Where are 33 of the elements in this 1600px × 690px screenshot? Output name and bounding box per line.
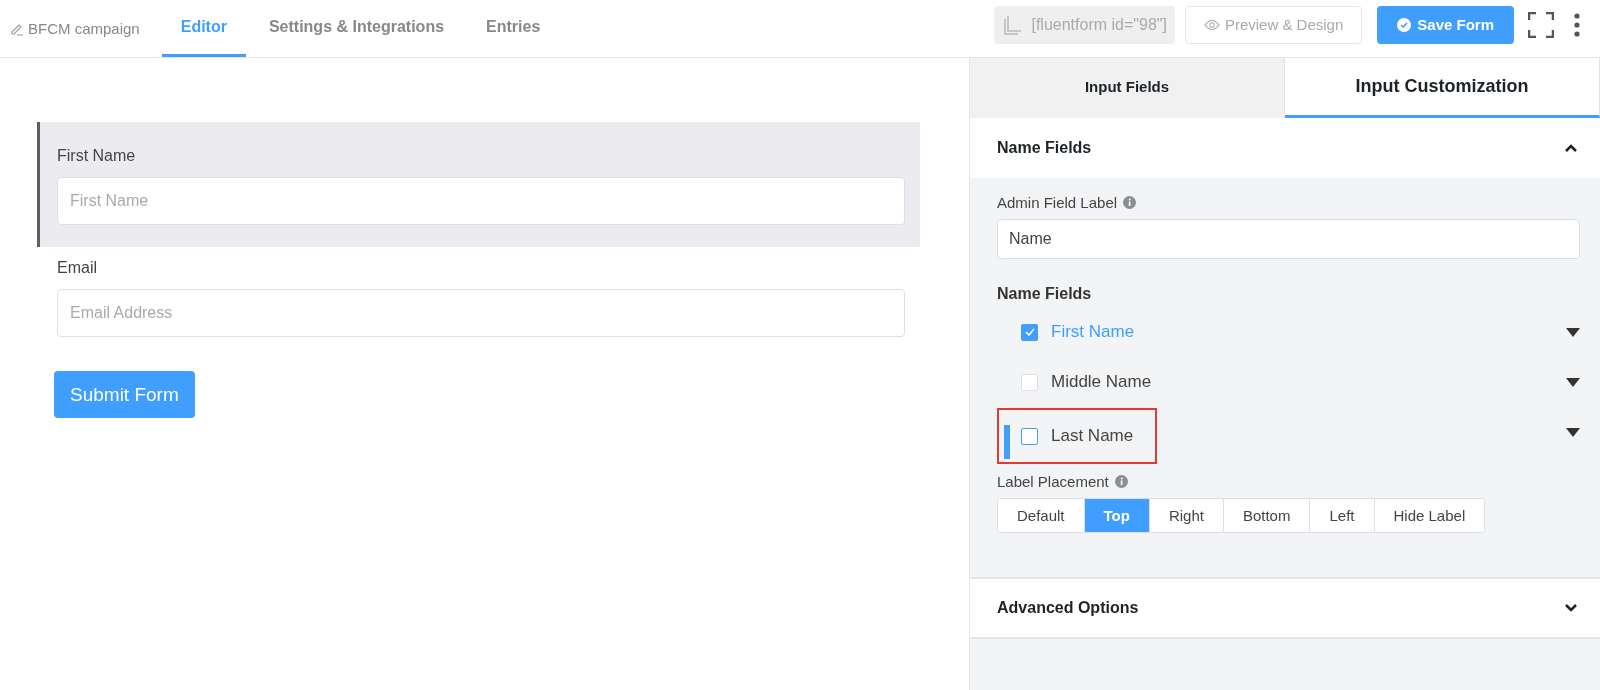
checkbox[interactable] — [1021, 323, 1038, 341]
field-label: Label Placement — [997, 473, 1109, 490]
check-circle-icon — [1397, 17, 1412, 32]
info-icon — [1123, 196, 1137, 209]
subfield-label[interactable]: Middle Name — [1051, 372, 1152, 392]
caret-icon[interactable] — [1566, 327, 1580, 337]
form-field-block[interactable]: Email Email Address — [37, 247, 920, 351]
panel-tab[interactable]: Input Customization — [1285, 58, 1600, 118]
info-icon — [1114, 475, 1128, 488]
caret-icon[interactable] — [1566, 427, 1580, 437]
subfields-title: Name Fields — [997, 285, 1093, 303]
checkbox[interactable] — [1021, 427, 1038, 445]
more-icon[interactable] — [1574, 12, 1580, 37]
fullscreen-icon[interactable] — [1528, 11, 1554, 38]
section-header[interactable]: Advanced Options — [970, 577, 1600, 639]
panel-tab[interactable]: Input Fields — [970, 58, 1285, 118]
admin-label-field[interactable]: Name — [997, 219, 1580, 259]
input-field[interactable]: Email Address — [57, 289, 905, 337]
subfield-label[interactable]: Last Name — [1051, 426, 1134, 446]
section-header[interactable]: Name Fields — [970, 118, 1600, 178]
check-icon — [1024, 328, 1035, 336]
form-field-block[interactable]: First Name First Name — [37, 122, 920, 247]
field-label: Admin Field Label — [997, 194, 1118, 211]
form-name[interactable]: BFCM campaign — [10, 0, 140, 57]
field-label: Email — [57, 259, 98, 277]
nav-tab[interactable]: Settings & Integrations — [249, 0, 464, 57]
caret-icon[interactable] — [1566, 377, 1580, 387]
input-field[interactable]: First Name — [57, 177, 905, 225]
field-label: First Name — [57, 147, 137, 165]
placement-option[interactable]: Default — [998, 499, 1085, 532]
eye-icon — [1203, 18, 1220, 31]
nav-tab[interactable]: Entries — [467, 0, 560, 57]
copy-icon — [1004, 14, 1023, 35]
